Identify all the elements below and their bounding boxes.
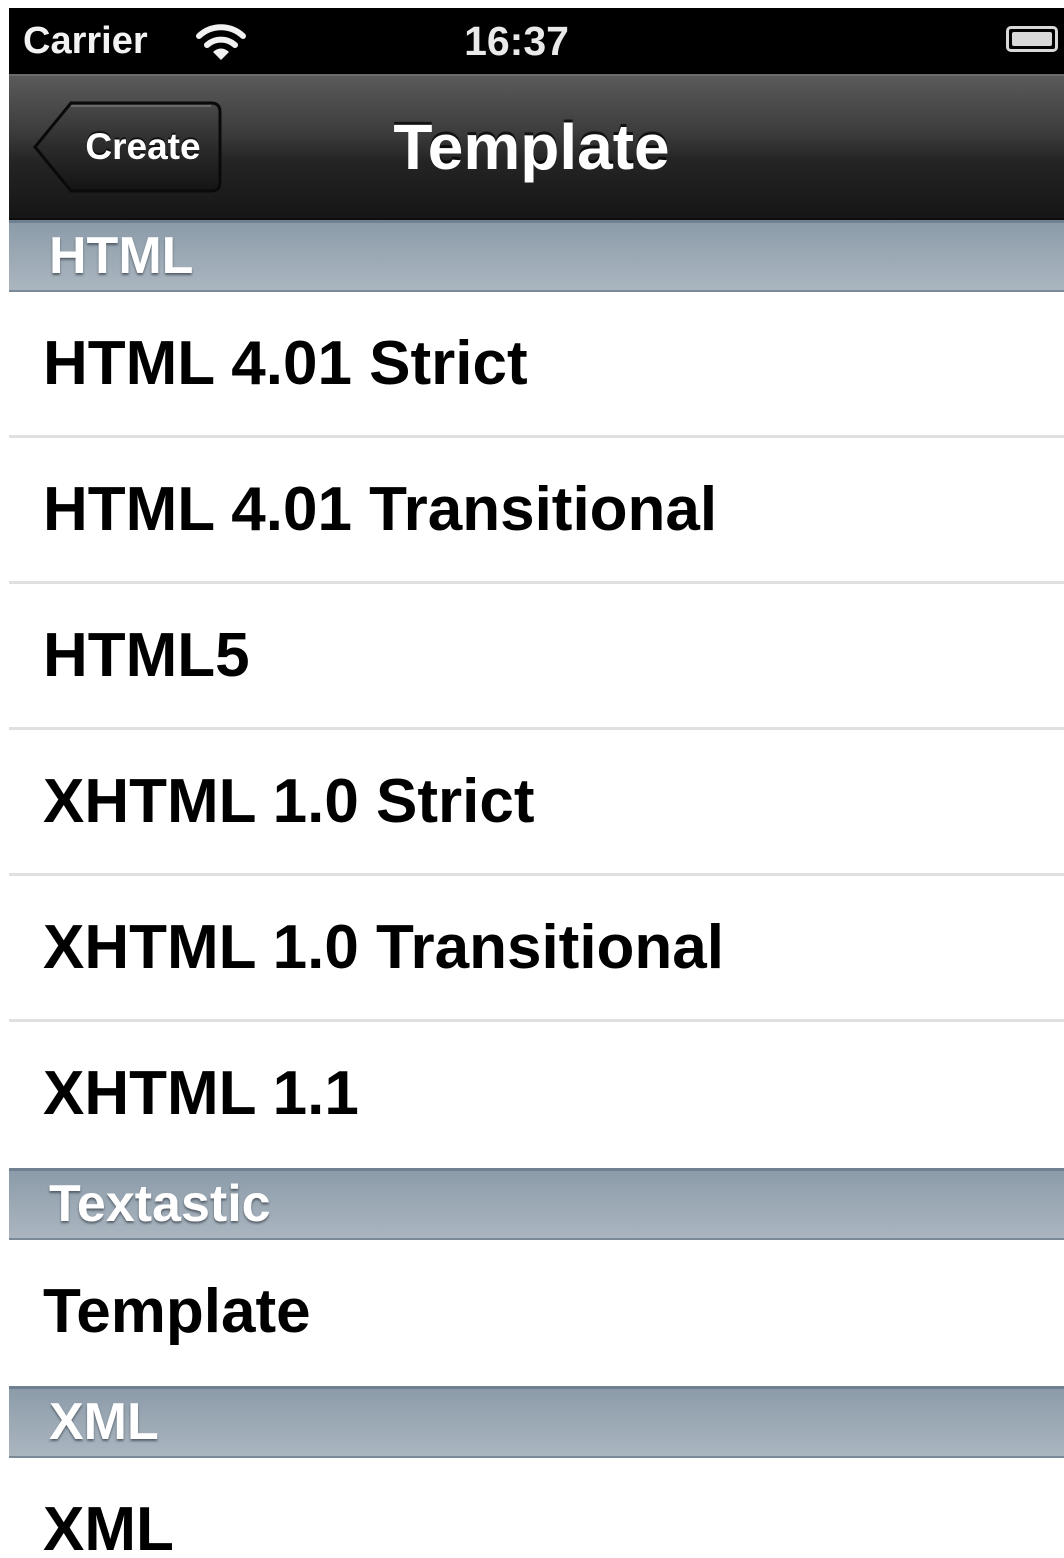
list-item[interactable]: HTML 4.01 Transitional [9,438,1064,584]
screen: Carrier 16:37 Create Template HTML HTML … [9,8,1064,1558]
list-item[interactable]: HTML 4.01 Strict [9,292,1064,438]
section-header-html: HTML [9,220,1064,292]
section-header-textastic: Textastic [9,1168,1064,1240]
list-item[interactable]: XHTML 1.1 [9,1022,1064,1168]
status-time: 16:37 [464,18,569,64]
list-item[interactable]: Template [9,1240,1064,1386]
list-item[interactable]: XML [9,1458,1064,1558]
list-item[interactable]: XHTML 1.0 Strict [9,730,1064,876]
status-bar: Carrier 16:37 [9,8,1064,74]
list-item[interactable]: HTML5 [9,584,1064,730]
section-header-xml: XML [9,1386,1064,1458]
template-list: HTML HTML 4.01 Strict HTML 4.01 Transiti… [9,220,1064,1558]
battery-icon [1006,26,1058,52]
navigation-bar: Create Template [9,74,1064,220]
page-title: Template [393,111,670,183]
list-item[interactable]: XHTML 1.0 Transitional [9,876,1064,1022]
